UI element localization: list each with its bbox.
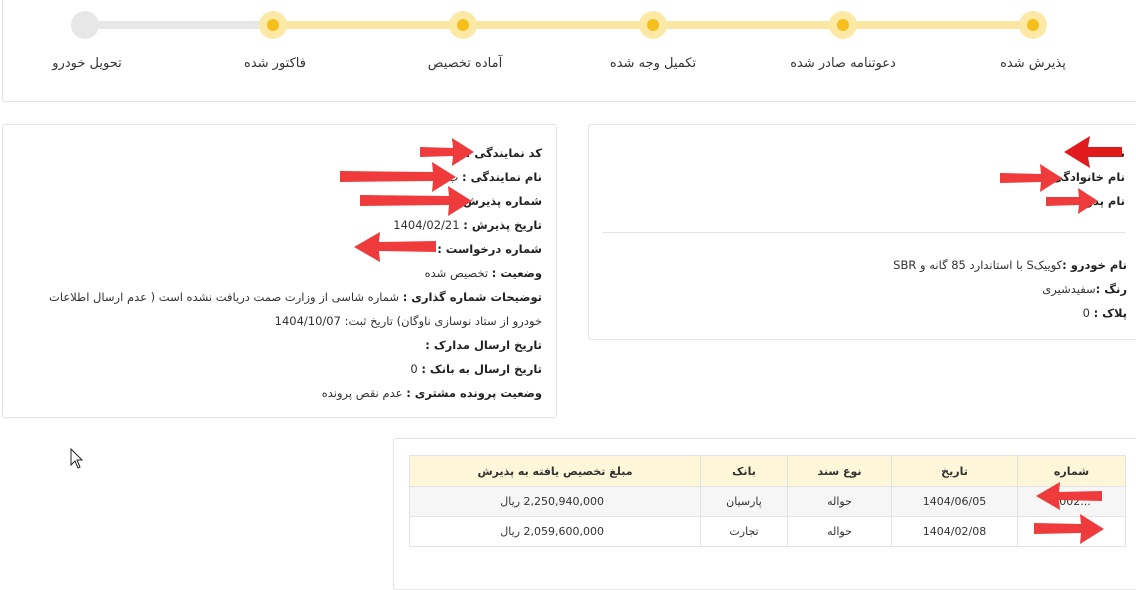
col-amount-header: مبلغ تخصیص یافته به پذیرش [409,455,701,487]
progress-stepper: پذیرش شده دعوتنامه صادر شده تکمیل وجه شد… [2,0,1136,102]
cell-number [1017,516,1126,547]
car-plate-value: 0 [1082,306,1090,320]
dealer-code-row: کد نمایندگی : [36,141,542,165]
car-plate-row: پلاک : 0 [607,301,1127,325]
reception-date-value: 1404/02/21 [393,218,460,232]
step-label-delivery: تحویل خودرو [52,56,122,71]
step-dot-delivery [71,11,99,39]
bank-date-value: 0 [410,362,418,376]
customer-divider [603,232,1125,233]
car-name-row: نام خودرو :کوییکS با استاندارد 85 گانه و… [607,253,1127,277]
cell-doc-type: حواله [787,516,892,547]
customer-personal-lines: نـ نام خانوادگی نام پدر [605,141,1125,213]
step-label-accepted: پذیرش شده [1000,56,1066,71]
cell-amount: 2,250,940,000 ریال [409,486,701,517]
dealer-name-row: نام نمایندگی : ب [36,165,542,189]
dealer-code-label: کد نمایندگی : [465,146,542,160]
col-date-header: تاریخ [891,455,1018,487]
file-status-value: عدم نقص پرونده [321,386,403,400]
cell-number: ...0002 [1017,486,1126,517]
dealer-name-value: ب [447,170,459,184]
step-label-invitation: دعوتنامه صادر شده [790,56,896,71]
step-dot-allocation [449,11,477,39]
status-row: وضعیت : تخصیص شده [36,261,542,285]
dealer-name-label: نام نمایندگی : [462,170,542,184]
customer-name-row: نـ [605,141,1125,165]
request-number-row: شماره درخواست : [36,237,542,261]
col-bank-header: بانک [700,455,788,487]
mouse-cursor-icon [70,448,84,469]
step-label-payment: تکمیل وجه شده [609,56,697,71]
table-row: ...0002 1404/06/05 حواله پارسیان 2,250,9… [409,486,1126,517]
car-info-lines: نام خودرو :کوییکS با استاندارد 85 گانه و… [607,253,1127,325]
status-label: وضعیت : [491,266,542,280]
cell-bank: تجارت [700,516,788,547]
cell-date: 1404/06/05 [891,486,1018,517]
request-number-label: شماره درخواست : [437,242,542,256]
dealer-info-panel: کد نمایندگی : نام نمایندگی : ب شماره پذی… [2,124,557,418]
customer-father-row: نام پدر [605,189,1125,213]
cell-doc-type: حواله [787,486,892,517]
payments-header-row: شماره تاریخ نوع سند بانک مبلغ تخصیص یافت… [409,455,1126,487]
numbering-description-label: توضیحات شماره گذاری : [402,290,542,304]
step-dot-accepted [1019,11,1047,39]
car-plate-label: پلاک : [1093,306,1127,320]
car-color-value: سفیدشیری [1042,282,1096,296]
car-color-label: رنگ : [1095,282,1127,296]
cell-bank: پارسیان [700,486,788,517]
cell-amount: 2,059,600,000 ریال [409,516,701,547]
table-row: 1404/02/08 حواله تجارت 2,059,600,000 ریا… [409,516,1126,547]
customer-family-row: نام خانوادگی [605,165,1125,189]
bank-date-row: تاریخ ارسال به بانک : 0 [36,357,542,381]
documents-date-label: تاریخ ارسال مدارک : [425,338,542,352]
customer-name-label: نـ [1116,146,1125,160]
status-value: تخصیص شده [424,266,489,280]
file-status-row: وضعیت پرونده مشتری : عدم نقص پرونده [36,381,542,405]
stepper-track-pending [85,21,275,29]
file-status-label: وضعیت پرونده مشتری : [406,386,542,400]
payments-panel: شماره تاریخ نوع سند بانک مبلغ تخصیص یافت… [393,438,1136,590]
dealer-info-lines: کد نمایندگی : نام نمایندگی : ب شماره پذی… [36,141,542,405]
numbering-description-row: توضیحات شماره گذاری : شماره شاسی از وزار… [36,285,542,333]
col-number-header: شماره [1017,455,1126,487]
bank-date-label: تاریخ ارسال به بانک : [421,362,542,376]
documents-date-row: تاریخ ارسال مدارک : [36,333,542,357]
step-dot-invoiced [259,11,287,39]
step-label-allocation: آماده تخصیص [427,56,503,71]
car-name-value: کوییکS با استاندارد 85 گانه و SBR [893,258,1063,272]
car-name-label: نام خودرو : [1062,258,1127,272]
step-label-invoiced: فاکتور شده [244,56,306,71]
payments-table: شماره تاریخ نوع سند بانک مبلغ تخصیص یافت… [409,455,1126,547]
reception-date-row: تاریخ پذیرش : 1404/02/21 [36,213,542,237]
customer-info-panel: نـ نام خانوادگی نام پدر نام خودرو :کوییک… [588,124,1136,340]
reception-number-label: شماره پذیرش : [454,194,542,208]
cell-date: 1404/02/08 [891,516,1018,547]
customer-family-label: نام خانوادگی [1051,170,1125,184]
col-doc-type-header: نوع سند [787,455,892,487]
step-dot-invitation [829,11,857,39]
customer-father-label: نام پدر [1086,194,1125,208]
car-color-row: رنگ :سفیدشیری [607,277,1127,301]
reception-date-label: تاریخ پذیرش : [463,218,542,232]
step-dot-payment [639,11,667,39]
reception-number-row: شماره پذیرش : [36,189,542,213]
